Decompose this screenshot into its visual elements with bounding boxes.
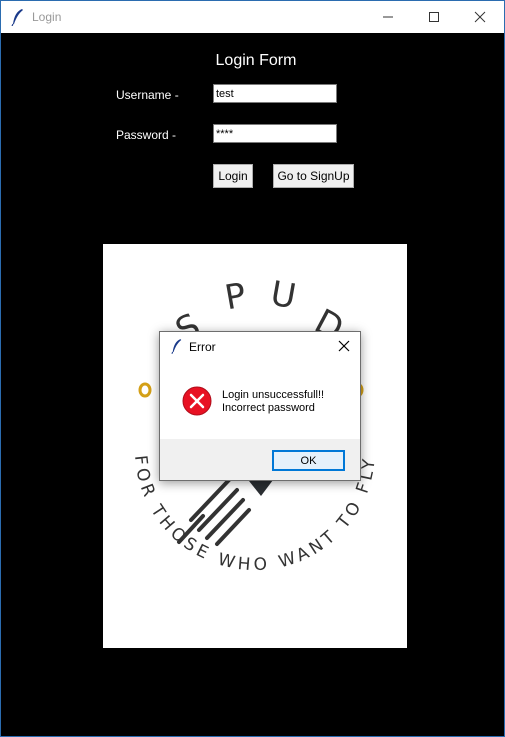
password-label: Password - — [116, 128, 177, 142]
username-input[interactable] — [213, 84, 337, 103]
close-icon — [474, 11, 486, 23]
error-icon — [182, 386, 212, 416]
logo-letter-p: P — [222, 275, 249, 318]
dialog-title: Error — [189, 340, 216, 354]
logo-letter-u: U — [268, 274, 299, 318]
dialog-message-line1: Login unsuccessfull!! — [222, 389, 325, 401]
feather-icon — [11, 9, 23, 26]
feather-icon — [171, 339, 182, 354]
password-input[interactable] — [213, 124, 337, 143]
speed-line — [215, 508, 251, 546]
error-dialog: Error Login unsuccessfull!! Incorrect pa… — [159, 331, 361, 481]
dialog-close-icon[interactable] — [336, 338, 352, 354]
minimize-button[interactable] — [365, 1, 411, 33]
dialog-message-line2: Incorrect password — [222, 402, 315, 414]
login-button[interactable]: Login — [213, 164, 253, 188]
username-label: Username - — [116, 88, 179, 102]
logo-dot-left — [138, 382, 152, 398]
signup-button[interactable]: Go to SignUp — [273, 164, 354, 188]
dialog-footer: OK — [160, 439, 360, 480]
close-button[interactable] — [457, 1, 503, 33]
dialog-title-bar[interactable]: Error — [160, 332, 360, 361]
title-bar[interactable]: Login — [1, 1, 504, 33]
maximize-button[interactable] — [411, 1, 457, 33]
speed-line — [205, 498, 245, 540]
maximize-icon — [429, 12, 439, 22]
login-window: Login Login Form Username - Password - L… — [0, 0, 505, 737]
dialog-message: Login unsuccessfull!! Incorrect password — [222, 389, 324, 415]
ok-button[interactable]: OK — [272, 450, 345, 471]
window-title: Login — [32, 10, 62, 24]
form-title: Login Form — [215, 52, 297, 69]
minimize-icon — [383, 16, 393, 18]
speed-line — [189, 478, 231, 522]
